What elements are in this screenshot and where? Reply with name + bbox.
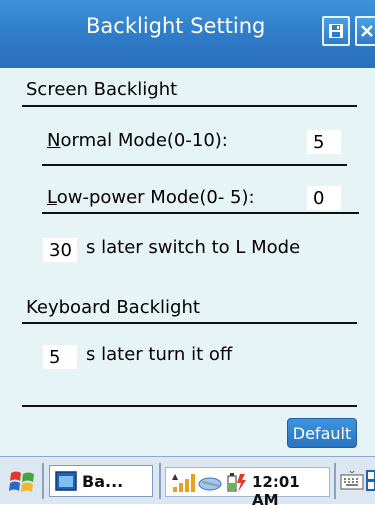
low-power-mode-label: Low-power Mode(0- 5): [47, 187, 255, 208]
connection-icon[interactable] [198, 472, 224, 494]
taskbar-separator [334, 463, 336, 499]
settings-panel: Screen Backlight Normal Mode(0-10): 5 Lo… [0, 68, 375, 456]
row-divider [42, 212, 359, 214]
window-switcher-icon[interactable] [366, 469, 375, 493]
section-divider [22, 322, 357, 324]
battery-charging-icon[interactable] [226, 471, 248, 493]
default-button[interactable]: Default [287, 418, 357, 448]
close-button[interactable] [355, 16, 375, 46]
start-windows-flag-icon[interactable] [8, 469, 36, 495]
normal-mode-field[interactable]: 5 [307, 130, 341, 154]
taskbar-separator [42, 463, 44, 499]
signal-strength-icon[interactable]: ▲ [172, 471, 196, 493]
task-button-backlight[interactable]: Ba... [49, 465, 153, 497]
close-icon [360, 25, 373, 37]
section-divider [22, 105, 357, 107]
row-divider [42, 164, 347, 166]
save-icon [329, 24, 343, 38]
app-window-icon [55, 471, 77, 491]
keyboard-delay-label: s later turn it off [86, 344, 233, 365]
window-title: Backlight Setting [86, 14, 266, 38]
keyboard-delay-field[interactable]: 5 [43, 345, 77, 369]
taskbar-separator [159, 463, 161, 499]
screen-delay-label: s later switch to L Mode [86, 237, 301, 258]
keyboard-backlight-heading: Keyboard Backlight [26, 297, 200, 318]
low-power-mode-field[interactable]: 0 [307, 186, 341, 210]
bottom-divider [22, 405, 357, 407]
svg-text:▲: ▲ [172, 472, 179, 481]
title-bar: Backlight Setting [0, 0, 375, 68]
task-label: Ba... [82, 471, 124, 491]
notification-area: ▲ 12:01 AM [165, 467, 330, 509]
taskbar: Ba... ▲ 12:01 AM [0, 456, 375, 509]
screen-delay-field[interactable]: 30 [43, 238, 77, 262]
save-button[interactable] [322, 16, 350, 46]
normal-mode-label: Normal Mode(0-10): [47, 130, 228, 151]
screen-backlight-heading: Screen Backlight [26, 79, 178, 100]
keyboard-icon[interactable] [340, 470, 364, 492]
